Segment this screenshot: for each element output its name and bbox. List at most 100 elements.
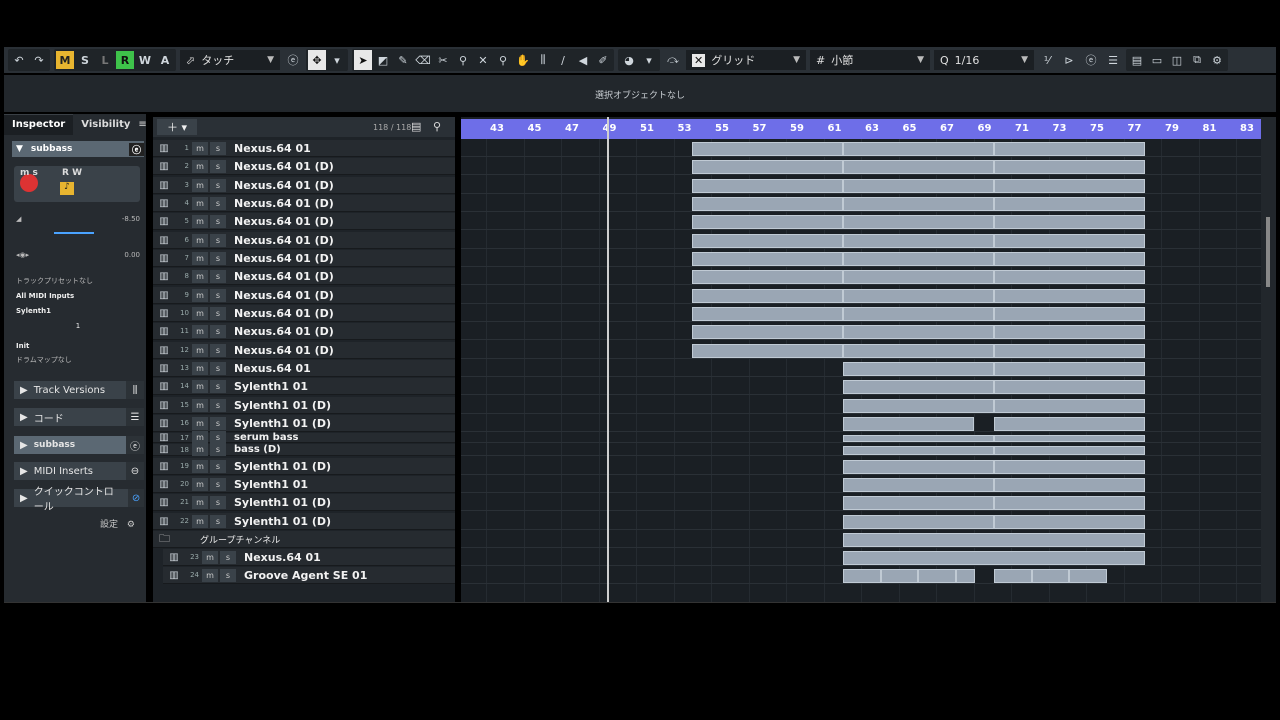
inspector-track-header[interactable]: ▼ subbass ⓔ [12, 141, 144, 157]
settings-link[interactable]: 設定 ⚙ [100, 517, 135, 530]
quantize-select[interactable]: Q 1/16 ▼ [934, 50, 1034, 70]
solo-button[interactable]: s [210, 196, 226, 210]
automation-mode-select[interactable]: ⬀ タッチ ▼ [180, 50, 280, 70]
section-quick-controls[interactable]: ▶ クイックコントロール ⊘ [14, 487, 144, 513]
track-row[interactable]: ▥ 22 m s Sylenth1 01 (D) [153, 513, 455, 530]
snap-type-select[interactable]: ✕ グリッド ▼ [686, 50, 806, 70]
mute-button[interactable]: m [202, 550, 218, 564]
midi-part[interactable] [692, 142, 843, 156]
midi-part[interactable] [692, 160, 843, 174]
track-name[interactable]: Sylenth1 01 (D) [234, 515, 331, 528]
comp-tool-icon[interactable]: ⫼ [534, 50, 552, 70]
midi-part[interactable] [843, 569, 881, 583]
solo-button[interactable]: s [210, 214, 226, 228]
solo-button[interactable]: s [220, 550, 236, 564]
section-channel[interactable]: ▶ subbass ⓔ [14, 436, 144, 454]
vertical-scrollbar[interactable] [1261, 117, 1276, 602]
preset-row[interactable]: トラックプリセットなし [16, 274, 140, 287]
mute-button[interactable]: m [192, 196, 208, 210]
midi-part[interactable] [994, 435, 1145, 442]
track-row[interactable]: ▥ 6 m s Nexus.64 01 (D) [153, 232, 455, 249]
mute-button[interactable]: m [192, 495, 208, 509]
midi-part[interactable] [843, 160, 994, 174]
midi-part[interactable] [692, 270, 843, 284]
track-row[interactable]: ▥ 8 m s Nexus.64 01 (D) [153, 268, 455, 285]
project-cursor[interactable] [607, 117, 609, 602]
midi-part[interactable] [692, 289, 843, 303]
volume-fader[interactable] [16, 226, 140, 239]
midi-part[interactable] [843, 344, 994, 358]
undo-icon[interactable]: ↶ [10, 50, 28, 70]
chevron-down-icon[interactable]: ▾ [328, 50, 346, 70]
track-name[interactable]: Nexus.64 01 (D) [234, 307, 334, 320]
midi-part[interactable] [994, 417, 1145, 431]
midi-part[interactable] [843, 197, 994, 211]
midi-part[interactable] [843, 533, 1145, 547]
mute-solo-buttons[interactable]: m s [20, 168, 38, 178]
midi-part[interactable] [843, 142, 994, 156]
pointer-tool-icon[interactable]: ➤ [354, 50, 372, 70]
midi-part[interactable] [994, 307, 1145, 321]
read-automation-button[interactable]: R [116, 51, 134, 69]
track-row[interactable]: ▥ 20 m s Sylenth1 01 [153, 476, 455, 493]
midi-part[interactable] [843, 307, 994, 321]
midi-part[interactable] [994, 234, 1145, 248]
track-name[interactable]: Nexus.64 01 (D) [234, 234, 334, 247]
solo-button[interactable]: s [210, 343, 226, 357]
split-tool-icon[interactable]: ✂ [434, 50, 452, 70]
solo-button[interactable]: s [210, 514, 226, 528]
search-icon[interactable]: ⚲ [433, 120, 441, 133]
mute-button[interactable]: m [192, 361, 208, 375]
write-automation-button[interactable]: W [136, 51, 154, 69]
track-row[interactable]: ▥ 7 m s Nexus.64 01 (D) [153, 250, 455, 267]
midi-part[interactable] [994, 460, 1145, 474]
midi-part[interactable] [843, 417, 974, 431]
track-name[interactable]: Nexus.64 01 (D) [234, 325, 334, 338]
solo-button[interactable]: s [210, 159, 226, 173]
track-row[interactable]: ▥ 21 m s Sylenth1 01 (D) [153, 494, 455, 511]
right-zone-icon[interactable]: ◫ [1168, 50, 1186, 70]
track-name[interactable]: Nexus.64 01 (D) [234, 197, 334, 210]
midi-part[interactable] [994, 399, 1145, 413]
midi-part[interactable] [994, 515, 1145, 529]
solo-button[interactable]: s [220, 568, 236, 582]
edit-e-icon[interactable]: ⓔ [128, 142, 144, 156]
folder-track-row[interactable]: 🗀 グループチャンネル [153, 531, 455, 548]
solo-button[interactable]: s [210, 477, 226, 491]
mute-button[interactable]: m [192, 514, 208, 528]
mute-button[interactable]: m [192, 288, 208, 302]
midi-part[interactable] [994, 325, 1145, 339]
midi-part[interactable] [994, 446, 1145, 455]
program-row[interactable]: Init [16, 339, 140, 352]
listen-button[interactable]: L [96, 51, 114, 69]
midi-part[interactable] [692, 197, 843, 211]
left-zone-icon[interactable]: ▤ [1128, 50, 1146, 70]
midi-part[interactable] [692, 325, 843, 339]
track-name[interactable]: Nexus.64 01 (D) [234, 160, 334, 173]
midi-part[interactable] [843, 446, 994, 455]
track-name[interactable]: Nexus.64 01 (D) [234, 289, 334, 302]
midi-part[interactable] [994, 197, 1145, 211]
solo-button[interactable]: s [210, 141, 226, 155]
midi-part[interactable] [994, 270, 1145, 284]
midi-part[interactable] [1069, 569, 1107, 583]
section-chords[interactable]: ▶ コード ☰ [14, 408, 144, 426]
midi-part[interactable] [994, 142, 1145, 156]
section-track-versions[interactable]: ▶ Track Versions ⫼ [14, 381, 144, 399]
solo-button[interactable]: s [210, 459, 226, 473]
solo-button[interactable]: s [210, 398, 226, 412]
midi-part[interactable] [843, 270, 994, 284]
midi-part[interactable] [956, 569, 975, 583]
read-write-buttons[interactable]: R W [62, 168, 82, 178]
track-row[interactable]: ▥ 12 m s Nexus.64 01 (D) [153, 342, 455, 359]
track-row[interactable]: ▥ 23 m s Nexus.64 01 [163, 549, 455, 566]
solo-button[interactable]: s [210, 324, 226, 338]
track-row[interactable]: ▥ 14 m s Sylenth1 01 [153, 378, 455, 395]
solo-button[interactable]: s [210, 251, 226, 265]
track-row[interactable]: ▥ 11 m s Nexus.64 01 (D) [153, 323, 455, 340]
redo-icon[interactable]: ↷ [30, 50, 48, 70]
midi-part[interactable] [918, 569, 956, 583]
midi-part[interactable] [843, 551, 1145, 565]
solo-button[interactable]: s [210, 416, 226, 430]
track-name[interactable]: Sylenth1 01 [234, 478, 308, 491]
